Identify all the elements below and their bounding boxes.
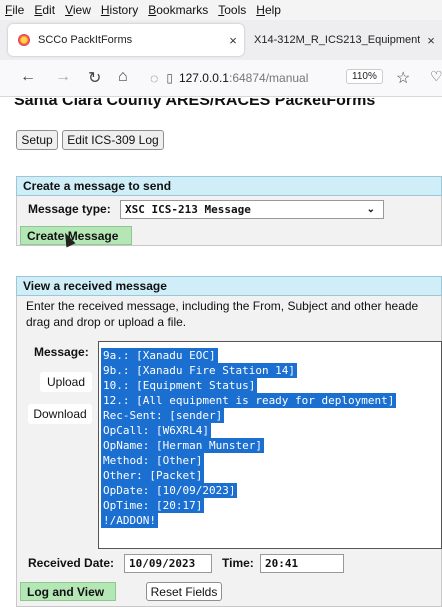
tab-strip: SCCo PackItForms × X14-312M_R_ICS213_Equ… [0, 20, 442, 60]
close-tab-icon[interactable]: × [420, 33, 442, 48]
time-label: Time: [222, 556, 254, 570]
received-date-field[interactable]: 10/09/2023 [124, 554, 212, 573]
navigation-bar: ← → ↻ ⌂ ◌ ▯ 127.0.0.1:64874/manual 110% … [0, 60, 442, 97]
menu-help[interactable]: Help [251, 3, 286, 17]
message-line: Method: [Other] [101, 453, 205, 468]
message-label: Message: [34, 345, 89, 359]
url-bar[interactable]: ◌ ▯ 127.0.0.1:64874/manual 110% ☆ ♡ [150, 66, 442, 90]
message-line: 9b.: [Xanadu Fire Station 14] [101, 363, 298, 378]
firefox-icon [18, 34, 30, 46]
menu-file[interactable]: File [0, 3, 29, 17]
received-date-label: Received Date: [28, 556, 115, 570]
url-port: :64874/manual [228, 71, 309, 85]
message-type-value: XSC ICS-213 Message [125, 203, 251, 216]
setup-button[interactable]: Setup [16, 130, 58, 150]
close-tab-icon[interactable]: × [222, 33, 244, 48]
menu-view[interactable]: View [60, 3, 96, 17]
time-field[interactable]: 20:41 [260, 554, 344, 573]
pocket-icon[interactable]: ♡ [430, 68, 442, 85]
view-message-header: View a received message [16, 276, 442, 296]
message-line: OpName: [Herman Munster] [101, 438, 264, 453]
message-line: 12.: [All equipment is ready for deploym… [101, 393, 397, 408]
menu-history[interactable]: History [96, 3, 143, 17]
create-message-header: Create a message to send [16, 176, 442, 196]
log-and-view-button[interactable]: Log and View [20, 582, 116, 601]
url-host: 127.0.0.1 [178, 71, 229, 85]
tab-title: X14-312M_R_ICS213_Equipment Sta [254, 34, 420, 46]
create-message-button[interactable]: Create Message [20, 226, 132, 245]
bookmark-star-icon[interactable]: ☆ [396, 68, 410, 88]
page-icon: ▯ [166, 71, 173, 85]
edit-ics309-log-button[interactable]: Edit ICS-309 Log [62, 130, 164, 150]
message-line: 10.: [Equipment Status] [101, 378, 258, 393]
message-type-select[interactable]: XSC ICS-213 Message ⌄ [120, 200, 384, 219]
menu-tools[interactable]: Tools [213, 3, 251, 17]
chevron-down-icon: ⌄ [366, 204, 375, 215]
back-icon[interactable]: ← [20, 68, 36, 86]
message-line: 9a.: [Xanadu EOC] [101, 348, 218, 363]
menu-bookmarks[interactable]: Bookmarks [143, 3, 213, 17]
message-line: OpDate: [10/09/2023] [101, 483, 238, 498]
instructions-text: Enter the received message, including th… [26, 299, 419, 329]
shield-icon[interactable]: ◌ [150, 70, 158, 86]
tab-packitforms[interactable]: SCCo PackItForms × [8, 24, 244, 56]
message-line: OpCall: [W6XRL4] [101, 423, 211, 438]
message-line: OpTime: [20:17] [101, 498, 205, 513]
tab-title: SCCo PackItForms [38, 34, 133, 46]
reload-icon[interactable]: ↻ [88, 68, 101, 88]
download-button[interactable]: Download [28, 404, 92, 424]
reset-fields-button[interactable]: Reset Fields [146, 582, 222, 601]
message-textarea[interactable]: 9a.: [Xanadu EOC] 9b.: [Xanadu Fire Stat… [98, 341, 442, 549]
upload-button[interactable]: Upload [40, 372, 92, 392]
menu-edit[interactable]: Edit [29, 3, 60, 17]
zoom-level[interactable]: 110% [346, 69, 383, 84]
message-line: Rec-Sent: [sender] [101, 408, 225, 423]
message-line: !/ADDON! [101, 513, 158, 528]
message-line: Other: [Packet] [101, 468, 205, 483]
menubar: File Edit View History Bookmarks Tools H… [0, 0, 442, 20]
forward-icon[interactable]: → [55, 68, 71, 86]
tab-ics213[interactable]: X14-312M_R_ICS213_Equipment Sta × [250, 24, 442, 56]
message-type-label: Message type: [28, 202, 111, 216]
home-icon[interactable]: ⌂ [118, 68, 128, 86]
